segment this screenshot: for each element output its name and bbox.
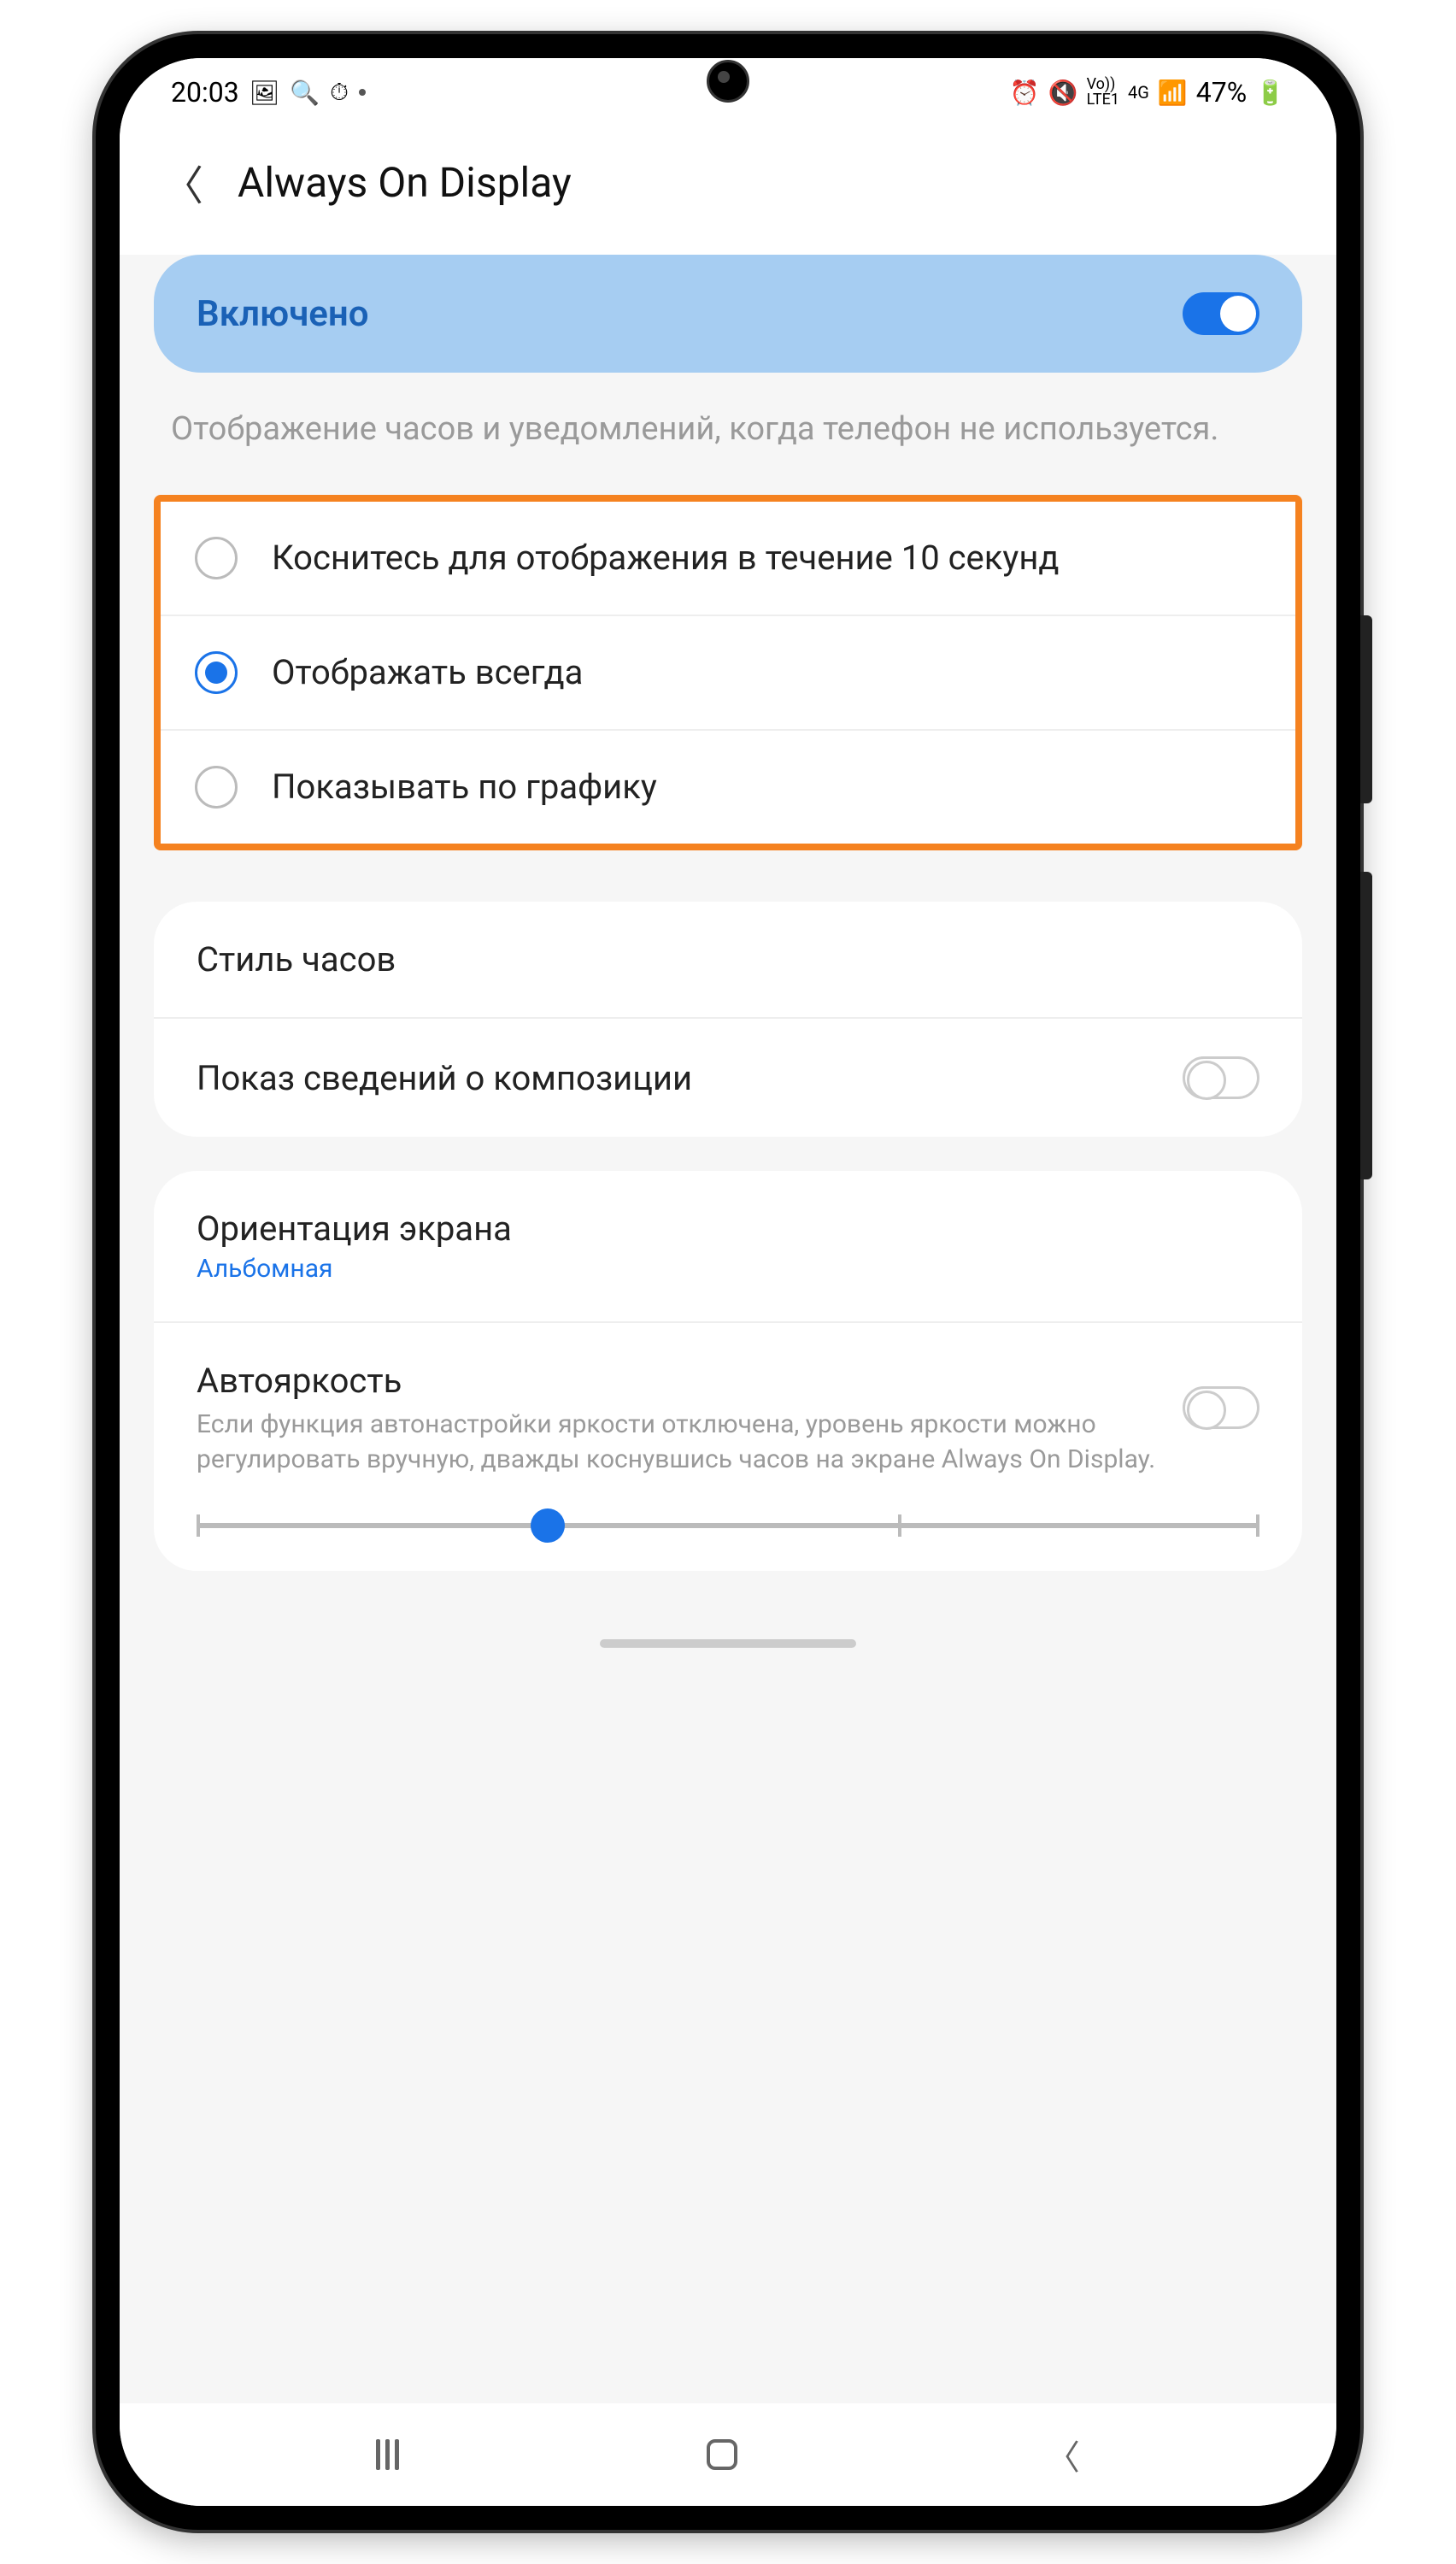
clock-style-item[interactable]: Стиль часов (154, 902, 1302, 1017)
radio-circle-selected-icon (195, 651, 238, 694)
volte-icon: Vo))LTE1 (1087, 77, 1119, 108)
gallery-icon: 🖼 (250, 79, 280, 107)
nav-home-button[interactable] (707, 2439, 737, 2470)
brightness-slider[interactable] (197, 1523, 1259, 1528)
display-mode-radio-group: Коснитесь для отображения в течение 10 с… (154, 495, 1302, 850)
radio-label: Коснитесь для отображения в течение 10 с… (272, 536, 1060, 580)
alarm-icon: ⏰ (1010, 79, 1040, 107)
auto-brightness-switch[interactable] (1183, 1386, 1259, 1429)
auto-brightness-label: Автояркость (197, 1361, 1157, 1401)
navigation-bar: 〈 (120, 2403, 1336, 2506)
screen: 20:03 🖼 🔍 ⏱ ⏰ 🔇 Vo))LTE1 4G 📶 47% 🔋 〈 Al… (120, 58, 1336, 2506)
signal-icon: 📶 (1158, 79, 1188, 107)
auto-brightness-item[interactable]: Автояркость Если функция автонастройки я… (154, 1321, 1302, 1514)
battery-icon: 🔋 (1255, 79, 1285, 107)
page-header: 〈 Always On Display (120, 126, 1336, 255)
status-time: 20:03 (171, 76, 239, 109)
enable-toggle-row[interactable]: Включено (154, 255, 1302, 373)
phone-frame: 20:03 🖼 🔍 ⏱ ⏰ 🔇 Vo))LTE1 4G 📶 47% 🔋 〈 Al… (96, 34, 1360, 2530)
status-right: ⏰ 🔇 Vo))LTE1 4G 📶 47% 🔋 (1010, 76, 1285, 109)
scroll-handle-icon (600, 1639, 856, 1648)
brightness-slider-wrap (154, 1514, 1302, 1571)
slider-thumb[interactable] (531, 1508, 565, 1543)
radio-show-scheduled[interactable]: Показывать по графику (161, 729, 1295, 844)
auto-brightness-desc: Если функция автонастройки яркости отклю… (197, 1408, 1157, 1477)
mute-icon: 🔇 (1048, 79, 1078, 107)
battery-percent: 47% (1196, 76, 1247, 109)
scroll-indicator-area (154, 1605, 1302, 1665)
settings-card-1: Стиль часов Показ сведений о композиции (154, 902, 1302, 1137)
composition-label: Показ сведений о композиции (197, 1058, 1157, 1098)
feature-description: Отображение часов и уведомлений, когда т… (154, 407, 1302, 495)
radio-label: Отображать всегда (272, 650, 583, 695)
camera-hole (707, 60, 749, 103)
settings-card-2: Ориентация экрана Альбомная Автояркость … (154, 1171, 1302, 1571)
more-notifications-dot (359, 89, 366, 96)
radio-tap-to-show[interactable]: Коснитесь для отображения в течение 10 с… (161, 502, 1295, 615)
radio-always-show[interactable]: Отображать всегда (161, 615, 1295, 729)
page-title: Always On Display (238, 158, 572, 207)
enable-switch[interactable] (1183, 292, 1259, 335)
enable-label: Включено (197, 293, 369, 335)
content-scroll[interactable]: Включено Отображение часов и уведомлений… (120, 255, 1336, 2403)
status-left: 20:03 🖼 🔍 ⏱ (171, 76, 366, 109)
radio-circle-icon (195, 537, 238, 579)
nav-recents-button[interactable] (376, 2439, 399, 2470)
search-icon: 🔍 (290, 79, 320, 107)
radio-label: Показывать по графику (272, 765, 657, 809)
slider-tick-icon (898, 1514, 901, 1537)
back-button[interactable]: 〈 (162, 152, 203, 212)
orientation-item[interactable]: Ориентация экрана Альбомная (154, 1171, 1302, 1321)
clock-style-label: Стиль часов (197, 939, 1234, 979)
network-4g-icon: 4G (1128, 82, 1149, 103)
composition-info-item[interactable]: Показ сведений о композиции (154, 1017, 1302, 1137)
stopwatch-icon: ⏱ (330, 78, 349, 107)
composition-switch[interactable] (1183, 1056, 1259, 1099)
nav-back-button[interactable]: 〈 (1046, 2430, 1080, 2479)
radio-circle-icon (195, 766, 238, 809)
orientation-label: Ориентация экрана (197, 1208, 1234, 1249)
orientation-value: Альбомная (197, 1254, 1234, 1284)
